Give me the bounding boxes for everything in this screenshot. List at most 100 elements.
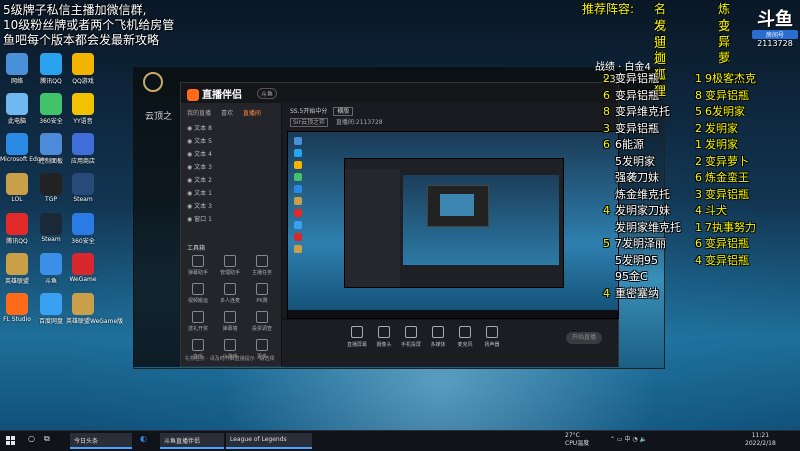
lol-logo-icon xyxy=(143,72,163,92)
capture-icon xyxy=(378,326,390,338)
edge-icon[interactable]: ◐ xyxy=(140,434,147,443)
notice-line-2: 10级粉丝牌或者两个飞机给房管 xyxy=(3,18,175,32)
chat-message: 炼金维克托 xyxy=(615,187,670,201)
desktop-icon[interactable]: FL Studio xyxy=(0,293,34,323)
tool-icon xyxy=(192,311,204,323)
desktop-icon[interactable]: 腾讯QQ xyxy=(0,213,34,245)
desktop-icon[interactable]: QQ游戏 xyxy=(66,53,100,85)
tool-button[interactable]: 送礼开奖 xyxy=(185,311,211,332)
chat-rank-right: 2 xyxy=(695,121,702,135)
capture-source-button[interactable]: 手机投屏 xyxy=(396,326,426,348)
capture-source-button[interactable]: 麦克风 xyxy=(450,326,480,348)
preview-taskbar xyxy=(288,310,618,318)
notice-line-3: 鱼吧每个版本都会发最新攻略 xyxy=(3,33,160,47)
tool-button[interactable]: 弹幕墙 xyxy=(217,311,243,332)
desktop-icon-label: 英雄联盟 xyxy=(4,278,29,285)
source-label: 窗口 1 xyxy=(194,216,212,223)
chat-message: 强袭刀妹 xyxy=(615,171,659,184)
desktop-icon[interactable]: Steam xyxy=(34,213,68,243)
desktop-icon[interactable]: 百度网盘 xyxy=(34,293,68,325)
source-item[interactable]: ◉ 文本 5 xyxy=(187,136,212,145)
platform-badge[interactable]: 斗鱼 xyxy=(257,88,278,99)
tool-label: 主播任务 xyxy=(251,270,272,276)
capture-source-button[interactable]: 多媒体 xyxy=(423,326,453,348)
desktop-icon-label: 英雄联盟WeGame版 xyxy=(66,318,124,325)
capture-icon xyxy=(459,326,471,338)
tray-icons[interactable]: ⌃ ▭ 中 ◔ 🔈 xyxy=(610,434,647,443)
tool-button[interactable]: 管理助手 xyxy=(217,255,243,276)
source-item[interactable]: ◉ 文本 2 xyxy=(187,175,212,184)
tool-button[interactable]: 主播任务 xyxy=(249,255,275,276)
tab-like[interactable]: 喜欢 xyxy=(221,110,233,117)
chat-rank: 5 xyxy=(603,237,610,250)
clock[interactable]: 11:21 2022/2/18 xyxy=(745,432,776,448)
source-item[interactable]: ◉ 文本 3 xyxy=(187,201,212,210)
app-icon xyxy=(72,53,94,75)
source-item[interactable]: ◉ 文本 1 xyxy=(187,188,212,197)
capture-source-button[interactable]: 直播屏幕 xyxy=(342,326,372,348)
capture-label: 直播屏幕 xyxy=(346,342,367,348)
taskbar-app-recorder[interactable]: 斗鱼直播伴侣 xyxy=(160,433,224,449)
tab-my-stream[interactable]: 我的直播 xyxy=(187,110,211,117)
tool-icon xyxy=(224,255,236,267)
desktop-icon[interactable]: 英雄联盟 xyxy=(0,253,34,285)
game-client-sidebar: 云顶之 xyxy=(133,97,183,367)
cpu-temp: 27°C CPU温度 xyxy=(565,432,589,448)
tool-button[interactable]: 弹幕助手 xyxy=(185,255,211,276)
taskbar-app-lol[interactable]: League of Legends xyxy=(226,433,312,449)
tool-label: 弹幕墙 xyxy=(222,326,238,332)
game-tab-label[interactable]: 云顶之 xyxy=(145,109,172,122)
tool-icon xyxy=(224,283,236,295)
stream-title[interactable]: Sir云顶之弈 xyxy=(290,118,328,127)
desktop-icon[interactable]: 此电脑 xyxy=(0,93,34,125)
desktop-icon-label: FL Studio xyxy=(3,316,31,323)
desktop-icon[interactable]: 控制面板 xyxy=(34,133,68,165)
desktop-icon[interactable]: 360安全 xyxy=(66,213,100,245)
search-icon[interactable]: ○ xyxy=(28,434,35,443)
tool-button[interactable]: PK赛 xyxy=(249,283,275,304)
header-tag[interactable]: 横版 xyxy=(333,107,354,116)
desktop-icon[interactable]: Microsoft Edge xyxy=(0,133,44,163)
chat-rank-right: 6 xyxy=(695,237,702,250)
desktop-icon[interactable]: Steam xyxy=(66,173,100,203)
desktop-icon[interactable]: 360安全 xyxy=(34,93,68,125)
chat-message-right: 7执事努力 xyxy=(705,220,756,234)
chat-rank-right: 1 xyxy=(695,220,702,234)
task-view-icon[interactable]: ⧉ xyxy=(44,434,50,444)
app-icon xyxy=(40,53,62,75)
desktop-icon[interactable]: TGP xyxy=(34,173,68,203)
capture-source-button[interactable]: 摄像头 xyxy=(369,326,399,348)
source-item[interactable]: ◉ 窗口 1 xyxy=(187,214,212,223)
chat-rank: 4 xyxy=(603,286,610,300)
chat-message: 重密塞纳 xyxy=(615,286,659,300)
tool-button[interactable]: 多人连麦 xyxy=(217,283,243,304)
chat-message: 6能源 xyxy=(615,138,644,151)
recorder-logo: 直播伴侣 xyxy=(187,86,242,101)
source-item[interactable]: ◉ 文本 3 xyxy=(187,162,212,171)
notice-line-1: 5级牌子私信主播加微信群, xyxy=(3,3,147,17)
desktop-icon[interactable]: LOL xyxy=(0,173,34,203)
cpu-temp-value: 27°C xyxy=(565,432,580,439)
app-icon xyxy=(40,93,62,115)
tab-stream-room[interactable]: 直播间 xyxy=(243,110,261,117)
app-icon xyxy=(72,93,94,115)
desktop-icon[interactable]: 腾讯QQ xyxy=(34,53,68,85)
source-item[interactable]: ◉ 文本 8 xyxy=(187,123,212,132)
desktop-icon[interactable]: 应用商店 xyxy=(66,133,100,165)
windows-start-icon[interactable] xyxy=(6,436,16,446)
taskbar-app-toutiao[interactable]: 今日头条 xyxy=(70,433,132,449)
desktop-icon[interactable]: WeGame xyxy=(66,253,100,283)
chat-overlay: 战绩 · 白金4 2 变异铝瓶 1 9极客杰克 6 变异铝瓶 8 变异铝瓶 8 变异维克托 5 6发明… xyxy=(595,58,800,308)
source-item[interactable]: ◉ 文本 4 xyxy=(187,149,212,158)
capture-source-button[interactable]: 扬声器 xyxy=(477,326,507,348)
chat-rank-right: 6 xyxy=(695,171,702,184)
tool-button[interactable]: 视频搬运 xyxy=(185,283,211,304)
desktop-icon[interactable]: 斗鱼 xyxy=(34,253,68,285)
tool-button[interactable]: 投票调查 xyxy=(249,311,275,332)
desktop-icon[interactable]: 英雄联盟WeGame版 xyxy=(66,293,124,325)
desktop-icon[interactable]: YY语音 xyxy=(66,93,100,125)
chat-rank-right: 3 xyxy=(695,187,702,201)
desktop-icon-label: TGP xyxy=(45,196,57,203)
desktop-icon[interactable]: 网络 xyxy=(0,53,34,85)
start-stream-button[interactable]: 开始直播 xyxy=(566,332,602,344)
